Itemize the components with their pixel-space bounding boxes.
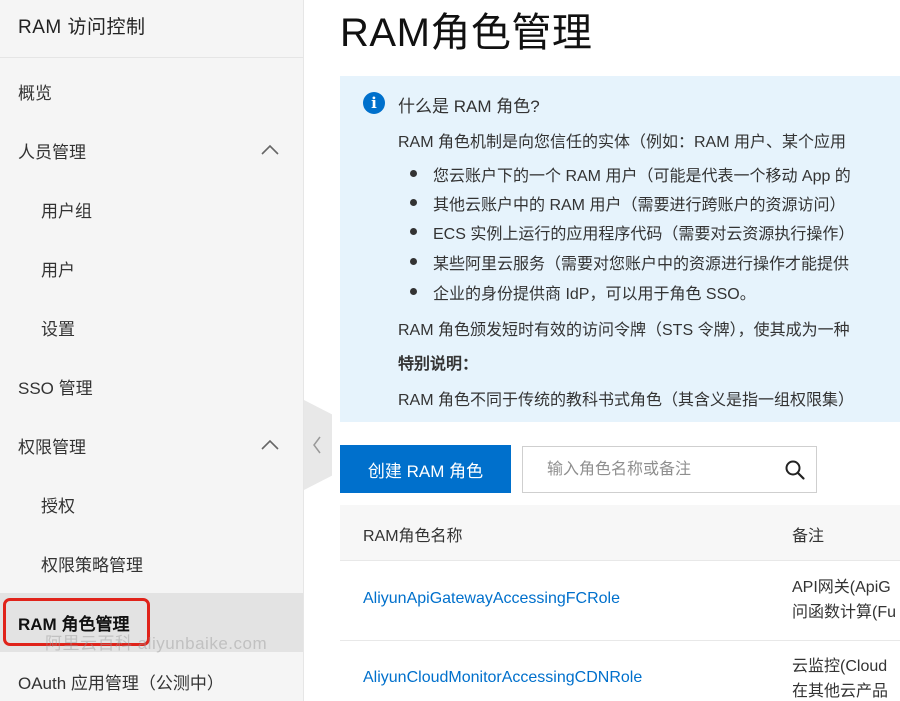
- sidebar-item-permissions[interactable]: 权限管理: [0, 416, 303, 475]
- info-bullet: 某些阿里云服务（需要对您账户中的资源进行操作才能提供: [433, 256, 850, 273]
- sidebar-item-sso[interactable]: SSO 管理: [0, 357, 303, 416]
- sidebar-title: RAM 访问控制: [18, 17, 146, 38]
- info-bullet: 企业的身份提供商 IdP，可以用于角色 SSO。: [433, 286, 756, 303]
- search-box: [522, 446, 817, 493]
- sidebar-item-policies[interactable]: 权限策略管理: [0, 534, 303, 593]
- info-icon: i: [363, 92, 385, 114]
- role-note-line: API网关(ApiG: [792, 579, 891, 596]
- sidebar-item-grants[interactable]: 授权: [0, 475, 303, 534]
- info-heading: 什么是 RAM 角色?: [398, 97, 540, 116]
- sidebar-item-settings[interactable]: 设置: [0, 298, 303, 357]
- sidebar-item-label: 设置: [41, 320, 75, 339]
- search-input[interactable]: [547, 457, 777, 483]
- role-name-link[interactable]: AliyunApiGatewayAccessingFCRole: [363, 590, 620, 608]
- role-note: API网关(ApiG 问函数计算(Fu: [792, 575, 896, 625]
- sidebar-item-label: SSO 管理: [18, 379, 93, 398]
- sidebar-item-label: 用户组: [41, 202, 92, 221]
- info-bullet: 您云账户下的一个 RAM 用户（可能是代表一个移动 App 的: [433, 168, 851, 185]
- sidebar-item-label: 人员管理: [18, 143, 86, 162]
- sidebar-item-label: 授权: [41, 497, 75, 516]
- chevron-left-icon: [313, 436, 321, 454]
- bullet-dot: [410, 228, 417, 235]
- table-row: AliyunApiGatewayAccessingFCRole API网关(Ap…: [340, 562, 900, 641]
- chevron-up-icon: [261, 144, 279, 155]
- role-note-line: 云监控(Cloud: [792, 658, 888, 675]
- info-special-title: 特别说明：: [398, 356, 479, 373]
- bullet-dot: [410, 199, 417, 206]
- watermark: 阿里云百科 aliyunbaike.com: [45, 634, 268, 653]
- info-bullet: ECS 实例上运行的应用程序代码（需要对云资源执行操作）: [433, 226, 855, 243]
- role-note-line: 问函数计算(Fu: [792, 604, 897, 621]
- sidebar-item-label: 权限管理: [18, 438, 86, 457]
- role-note: 云监控(Cloud 在其他云产品: [792, 654, 888, 701]
- info-bullet: 其他云账户中的 RAM 用户（需要进行跨账户的资源访问）: [433, 197, 846, 214]
- sidebar-divider: [0, 57, 303, 58]
- search-icon[interactable]: [784, 459, 806, 481]
- column-header-note: 备注: [792, 528, 825, 545]
- sidebar-item-people[interactable]: 人员管理: [0, 121, 303, 180]
- sidebar-item-label: 用户: [41, 261, 75, 280]
- table-header: RAM角色名称 备注: [340, 505, 900, 561]
- sidebar-item-overview[interactable]: 概览: [0, 62, 303, 121]
- sidebar-item-label: 概览: [18, 84, 52, 103]
- column-header-name: RAM角色名称: [363, 528, 463, 545]
- table-row: AliyunCloudMonitorAccessingCDNRole 云监控(C…: [340, 641, 900, 701]
- info-token-line: RAM 角色颁发短时有效的访问令牌（STS 令牌），使其成为一种: [398, 322, 850, 339]
- role-note-line: 在其他云产品: [792, 683, 889, 700]
- chevron-up-icon: [261, 439, 279, 450]
- sidebar-item-oauth[interactable]: OAuth 应用管理（公测中）: [0, 652, 303, 701]
- sidebar-item-users[interactable]: 用户: [0, 239, 303, 298]
- info-special-text: RAM 角色不同于传统的教科书式角色（其含义是指一组权限集）: [398, 392, 855, 409]
- page-title: RAM角色管理: [340, 11, 593, 55]
- sidebar: RAM 访问控制 概览 人员管理 用户组 用户 设置 SSO 管理 权限管理 授…: [0, 0, 304, 701]
- sidebar-item-label: 权限策略管理: [41, 556, 143, 575]
- sidebar-collapse-handle[interactable]: [304, 400, 332, 490]
- role-name-link[interactable]: AliyunCloudMonitorAccessingCDNRole: [363, 669, 642, 687]
- create-ram-role-button[interactable]: 创建 RAM 角色: [340, 445, 511, 493]
- bullet-dot: [410, 258, 417, 265]
- info-intro: RAM 角色机制是向您信任的实体（例如：RAM 用户、某个应用: [398, 134, 847, 151]
- sidebar-item-label: OAuth 应用管理（公测中）: [18, 674, 224, 693]
- bullet-dot: [410, 170, 417, 177]
- sidebar-item-groups[interactable]: 用户组: [0, 180, 303, 239]
- info-panel: i 什么是 RAM 角色? RAM 角色机制是向您信任的实体（例如：RAM 用户…: [340, 76, 900, 422]
- bullet-dot: [410, 288, 417, 295]
